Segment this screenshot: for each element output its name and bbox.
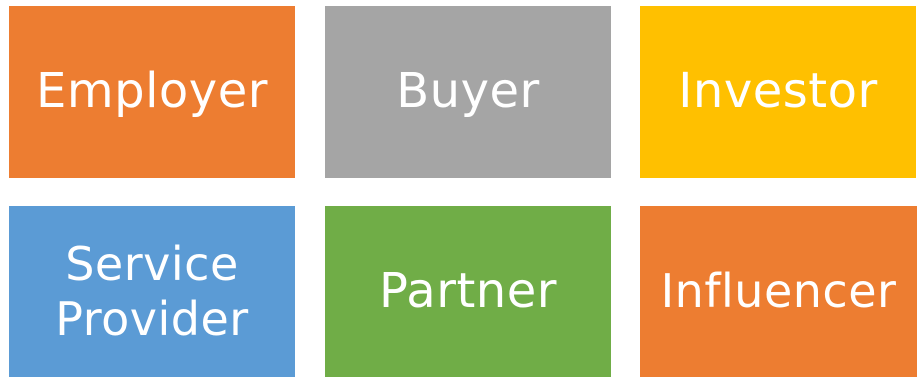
tile-influencer: Influencer bbox=[640, 206, 917, 377]
tile-label-partner: Partner bbox=[379, 262, 557, 319]
tile-employer: Employer bbox=[9, 6, 295, 178]
tile-label-employer: Employer bbox=[36, 63, 268, 120]
tile-investor: Investor bbox=[640, 6, 916, 178]
tile-label-service-provider: Service Provider bbox=[55, 237, 249, 346]
tile-service-provider: Service Provider bbox=[9, 206, 295, 377]
tile-label-buyer: Buyer bbox=[396, 63, 540, 120]
tile-label-influencer: Influencer bbox=[660, 264, 897, 319]
tile-partner: Partner bbox=[325, 206, 611, 377]
tile-label-investor: Investor bbox=[678, 63, 878, 120]
tile-buyer: Buyer bbox=[325, 6, 611, 178]
